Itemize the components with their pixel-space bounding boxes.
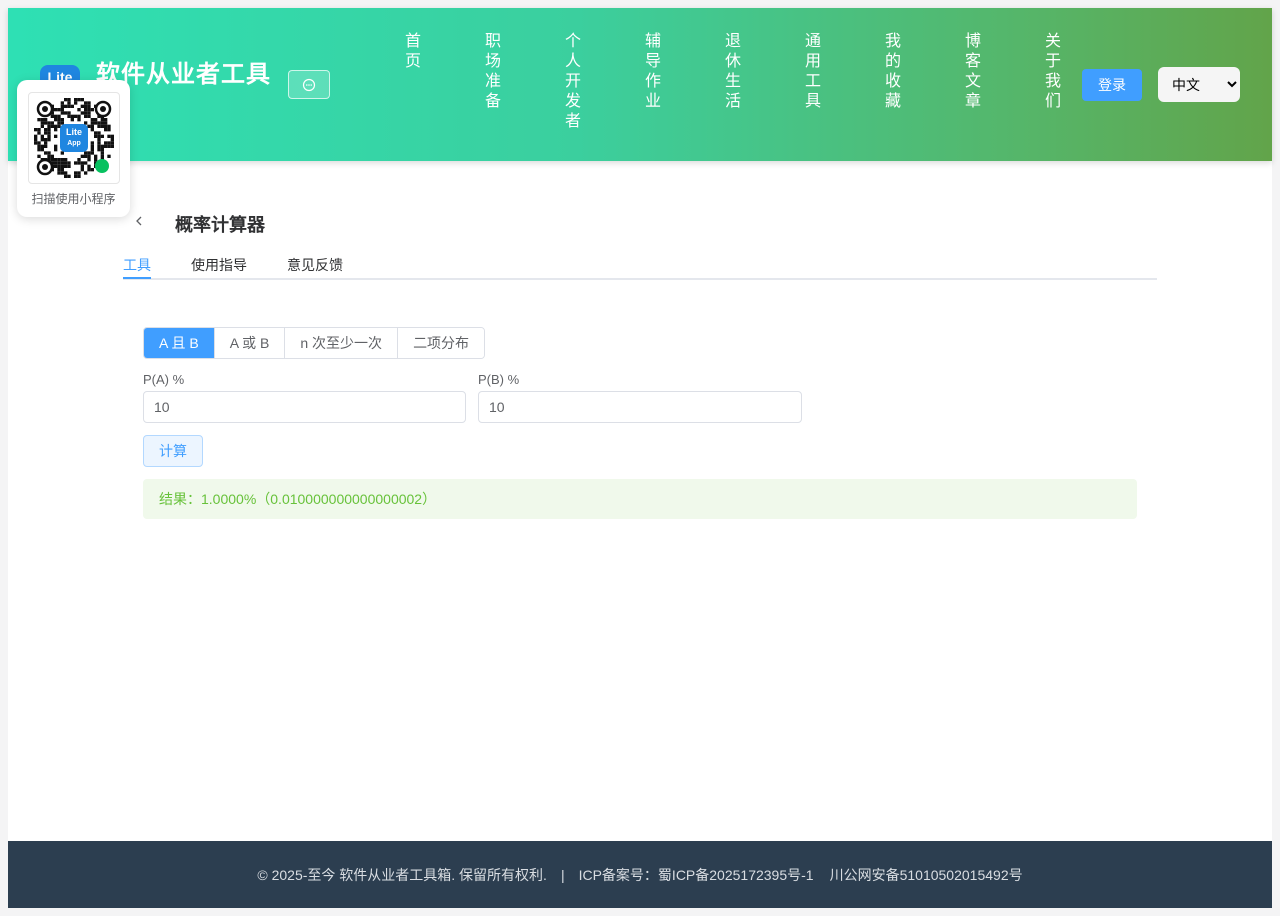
chat-button[interactable] — [288, 70, 330, 99]
nav-blog[interactable]: 博客文章 — [930, 32, 1010, 132]
pa-input[interactable] — [143, 391, 466, 423]
footer-separator: | — [560, 866, 565, 883]
nav-general-tools[interactable]: 通用工具 — [770, 32, 850, 132]
mode-binomial[interactable]: 二项分布 — [397, 328, 485, 358]
qr-label: 扫描使用小程序 — [31, 192, 116, 206]
main-nav: 首页 职场准备 个人开发者 辅导作业 退休生活 通用工具 我的收藏 博客文章 关… — [370, 32, 1090, 132]
mode-selector: A 且 B A 或 B n 次至少一次 二项分布 — [143, 327, 486, 359]
tab-tool[interactable]: 工具 — [123, 255, 151, 275]
tool-tabs: 工具 使用指导 意见反馈 — [123, 252, 1157, 280]
footer: © 2025-至今 软件从业者工具箱. 保留所有权利. | ICP备案号：蜀IC… — [8, 841, 1272, 908]
result-box: 结果：1.0000%（0.010000000000000002） — [143, 479, 1137, 519]
footer-police-link[interactable]: 川公网安备51010502015492号 — [830, 865, 1023, 885]
pa-label: P(A) % — [143, 372, 185, 387]
tab-guide[interactable]: 使用指导 — [191, 255, 247, 275]
pb-label: P(B) % — [478, 372, 520, 387]
language-select[interactable]: 中文 — [1158, 67, 1240, 102]
mode-at-least-once[interactable]: n 次至少一次 — [284, 328, 398, 358]
page-title: 概率计算器 — [175, 215, 265, 235]
svg-text:Lite: Lite — [66, 127, 82, 137]
nav-career[interactable]: 职场准备 — [450, 32, 530, 132]
page: Lite 软件从业者工具 首页 职场准备 个人开发者 辅导作业 退休生活 通用工… — [8, 8, 1272, 908]
mode-a-or-b[interactable]: A 或 B — [213, 328, 285, 358]
chevron-left-icon — [136, 216, 142, 226]
back-button[interactable] — [132, 211, 146, 231]
nav-favorites[interactable]: 我的收藏 — [850, 32, 930, 132]
nav-homework[interactable]: 辅导作业 — [610, 32, 690, 132]
login-button[interactable]: 登录 — [1082, 69, 1142, 101]
calculate-button[interactable]: 计算 — [143, 435, 203, 467]
qr-code: Lite App — [28, 92, 120, 184]
tab-feedback[interactable]: 意见反馈 — [287, 255, 343, 275]
footer-icp-link[interactable]: ICP备案号：蜀ICP备2025172395号-1 — [579, 865, 814, 885]
nav-indie-dev[interactable]: 个人开发者 — [530, 32, 610, 132]
qr-code-image: Lite App — [34, 98, 114, 178]
mode-a-and-b[interactable]: A 且 B — [144, 328, 214, 358]
footer-copyright: © 2025-至今 软件从业者工具箱. 保留所有权利. — [257, 866, 547, 883]
pb-input[interactable] — [478, 391, 802, 423]
nav-retirement[interactable]: 退休生活 — [690, 32, 770, 132]
nav-home[interactable]: 首页 — [370, 32, 450, 132]
nav-about[interactable]: 关于我们 — [1010, 32, 1090, 132]
miniprogram-qr-card: Lite App 扫描使用小程序 — [17, 80, 130, 217]
chat-bubble-icon — [302, 78, 316, 91]
top-header: Lite 软件从业者工具 首页 职场准备 个人开发者 辅导作业 退休生活 通用工… — [8, 8, 1272, 161]
svg-text:App: App — [67, 140, 81, 147]
active-tab-indicator — [123, 277, 151, 279]
